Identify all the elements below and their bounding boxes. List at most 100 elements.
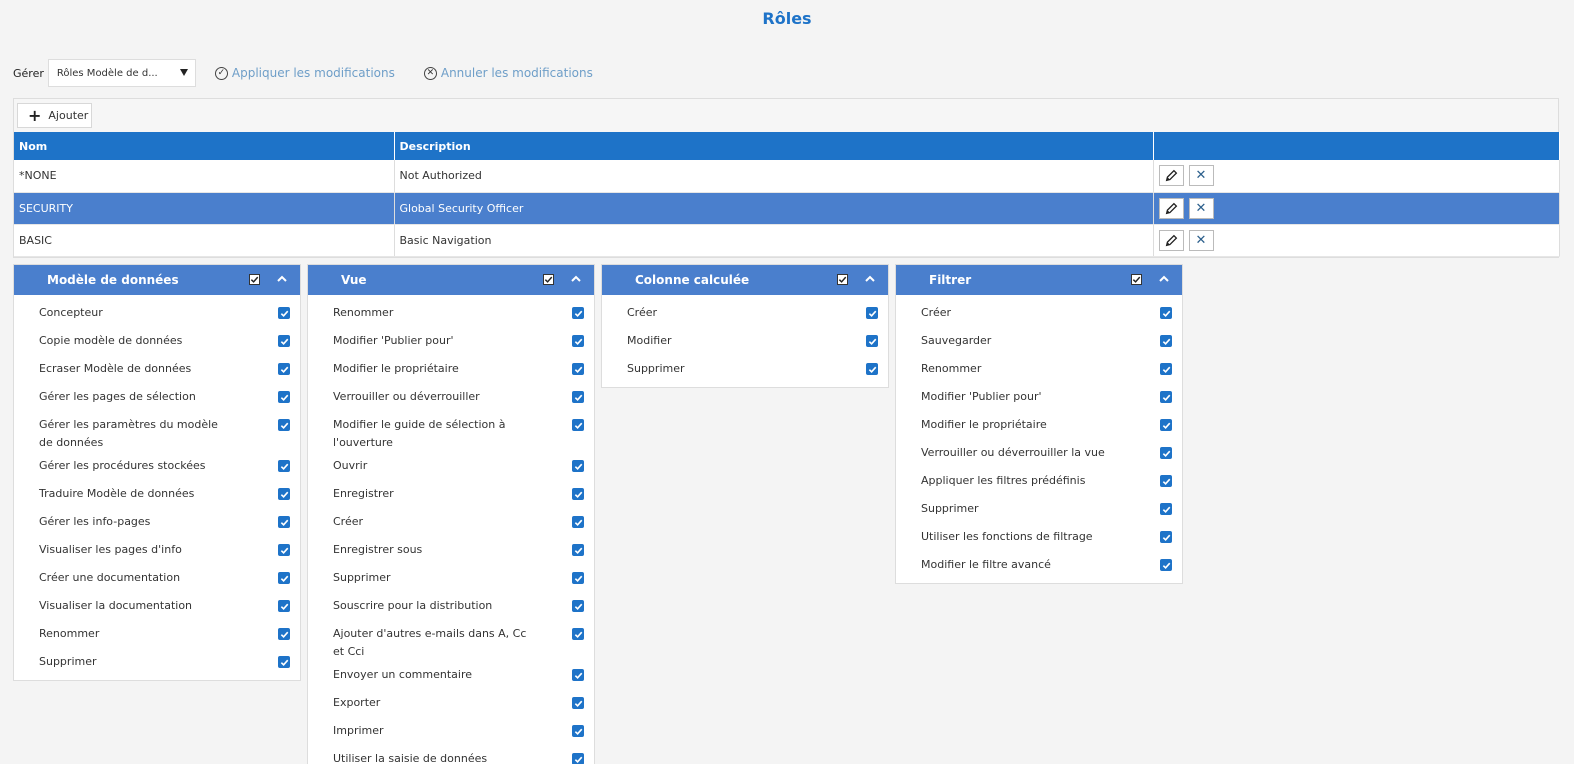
permission-item: Créer	[602, 299, 888, 327]
edit-button[interactable]	[1158, 165, 1184, 187]
cancel-changes-label: Annuler les modifications	[440, 66, 593, 80]
permission-label: Supprimer	[333, 571, 391, 584]
permission-checkbox[interactable]	[278, 391, 290, 403]
permission-checkbox[interactable]	[1160, 363, 1172, 375]
panel-title: Modèle de données	[47, 273, 179, 287]
permission-checkbox[interactable]	[278, 363, 290, 375]
permission-checkbox[interactable]	[866, 307, 878, 319]
permission-label: Visualiser la documentation	[39, 599, 193, 612]
panel-header: Modèle de données	[14, 265, 300, 295]
permission-checkbox[interactable]	[572, 419, 584, 431]
permission-checkbox[interactable]	[572, 669, 584, 681]
role-name: *NONE	[14, 160, 395, 193]
permission-checkbox[interactable]	[1160, 531, 1172, 543]
permission-checkbox[interactable]	[278, 600, 290, 612]
permission-label: Supprimer	[921, 502, 979, 515]
permission-checkbox[interactable]	[572, 335, 584, 347]
permission-checkbox[interactable]	[278, 488, 290, 500]
permission-checkbox[interactable]	[278, 419, 290, 431]
delete-button[interactable]: ✕	[1188, 197, 1214, 219]
role-description: Basic Navigation	[394, 224, 1154, 257]
permission-item: Enregistrer	[308, 480, 594, 508]
permission-checkbox[interactable]	[572, 753, 584, 764]
permission-checkbox[interactable]	[278, 656, 290, 668]
permission-item: Supprimer	[308, 564, 594, 592]
permission-label: Modifier le filtre avancé	[921, 558, 1051, 571]
permission-checkbox[interactable]	[278, 335, 290, 347]
select-all-checkbox[interactable]	[1131, 274, 1142, 285]
select-all-checkbox[interactable]	[249, 274, 260, 285]
permission-checkbox[interactable]	[572, 697, 584, 709]
permission-checkbox[interactable]	[572, 725, 584, 737]
permission-item: Appliquer les filtres prédéfinis	[896, 467, 1182, 495]
page-title: Rôles	[762, 9, 812, 28]
chevron-up-icon[interactable]	[863, 272, 877, 286]
select-all-checkbox[interactable]	[837, 274, 848, 285]
permission-checkbox[interactable]	[1160, 475, 1172, 487]
chevron-up-icon[interactable]	[275, 272, 289, 286]
edit-button[interactable]	[1158, 229, 1184, 251]
panel-title: Filtrer	[929, 273, 972, 287]
permission-checkbox[interactable]	[866, 335, 878, 347]
permission-item: Modifier 'Publier pour'	[308, 327, 594, 355]
add-button[interactable]: + Ajouter	[17, 103, 92, 128]
permission-checkbox[interactable]	[572, 516, 584, 528]
permission-label: Imprimer	[333, 724, 384, 737]
cancel-changes-button[interactable]: ✕ Annuler les modifications	[423, 66, 593, 80]
apply-changes-button[interactable]: ✓ Appliquer les modifications	[214, 66, 395, 80]
permission-checkbox[interactable]	[572, 307, 584, 319]
permission-checkbox[interactable]	[572, 363, 584, 375]
permission-item: Modifier le guide de sélection à l'ouver…	[308, 411, 594, 452]
panel-title: Vue	[341, 273, 367, 287]
permission-label: Utiliser la saisie de données	[333, 752, 488, 764]
permission-checkbox[interactable]	[278, 628, 290, 640]
table-row[interactable]: BASIC Basic Navigation ✕	[14, 224, 1560, 257]
manage-label: Gérer	[13, 66, 44, 80]
permission-label: Envoyer un commentaire	[333, 668, 473, 681]
panel-body: Concepteur Copie modèle de données Ecraser…	[14, 295, 300, 680]
check-circle-icon: ✓	[214, 66, 228, 80]
permission-checkbox[interactable]	[1160, 335, 1172, 347]
permission-checkbox[interactable]	[278, 544, 290, 556]
permission-item: Ajouter d'autres e-mails dans A, Cc et C…	[308, 620, 594, 661]
permission-checkbox[interactable]	[572, 488, 584, 500]
permission-checkbox[interactable]	[1160, 447, 1172, 459]
permission-item: Imprimer	[308, 717, 594, 745]
permission-checkbox[interactable]	[1160, 419, 1172, 431]
permission-checkbox[interactable]	[866, 363, 878, 375]
permission-item: Modifier le filtre avancé	[896, 551, 1182, 579]
chevron-up-icon[interactable]	[1157, 272, 1171, 286]
edit-button[interactable]	[1158, 197, 1184, 219]
permission-checkbox[interactable]	[572, 460, 584, 472]
permission-checkbox[interactable]	[1160, 391, 1172, 403]
permission-item: Sauvegarder	[896, 327, 1182, 355]
column-header-description[interactable]: Description	[394, 132, 1154, 160]
table-row[interactable]: SECURITY Global Security Officer ✕	[14, 192, 1560, 225]
delete-button[interactable]: ✕	[1188, 229, 1214, 251]
permission-checkbox[interactable]	[278, 460, 290, 472]
permission-checkbox[interactable]	[572, 391, 584, 403]
permission-checkbox[interactable]	[572, 600, 584, 612]
permission-item: Supprimer	[896, 495, 1182, 523]
table-row[interactable]: *NONE Not Authorized ✕	[14, 160, 1560, 193]
permission-checkbox[interactable]	[278, 307, 290, 319]
permission-checkbox[interactable]	[278, 516, 290, 528]
permission-item: Créer une documentation	[14, 564, 300, 592]
permission-checkbox[interactable]	[572, 572, 584, 584]
column-header-nom[interactable]: Nom	[14, 132, 395, 160]
permission-checkbox[interactable]	[278, 572, 290, 584]
permission-item: Gérer les paramètres du modèle de donnée…	[14, 411, 300, 452]
permission-checkbox[interactable]	[1160, 559, 1172, 571]
permission-checkbox[interactable]	[1160, 307, 1172, 319]
delete-button[interactable]: ✕	[1188, 165, 1214, 187]
chevron-up-icon[interactable]	[569, 272, 583, 286]
permission-checkbox[interactable]	[1160, 503, 1172, 515]
manage-select[interactable]: Rôles Modèle de d...	[47, 59, 196, 87]
select-all-checkbox[interactable]	[543, 274, 554, 285]
permission-item: Verrouiller ou déverrouiller la vue	[896, 439, 1182, 467]
permission-item: Visualiser la documentation	[14, 592, 300, 620]
permission-checkbox[interactable]	[572, 544, 584, 556]
permission-checkbox[interactable]	[572, 628, 584, 640]
permission-item: Créer	[308, 508, 594, 536]
permission-item: Souscrire pour la distribution	[308, 592, 594, 620]
